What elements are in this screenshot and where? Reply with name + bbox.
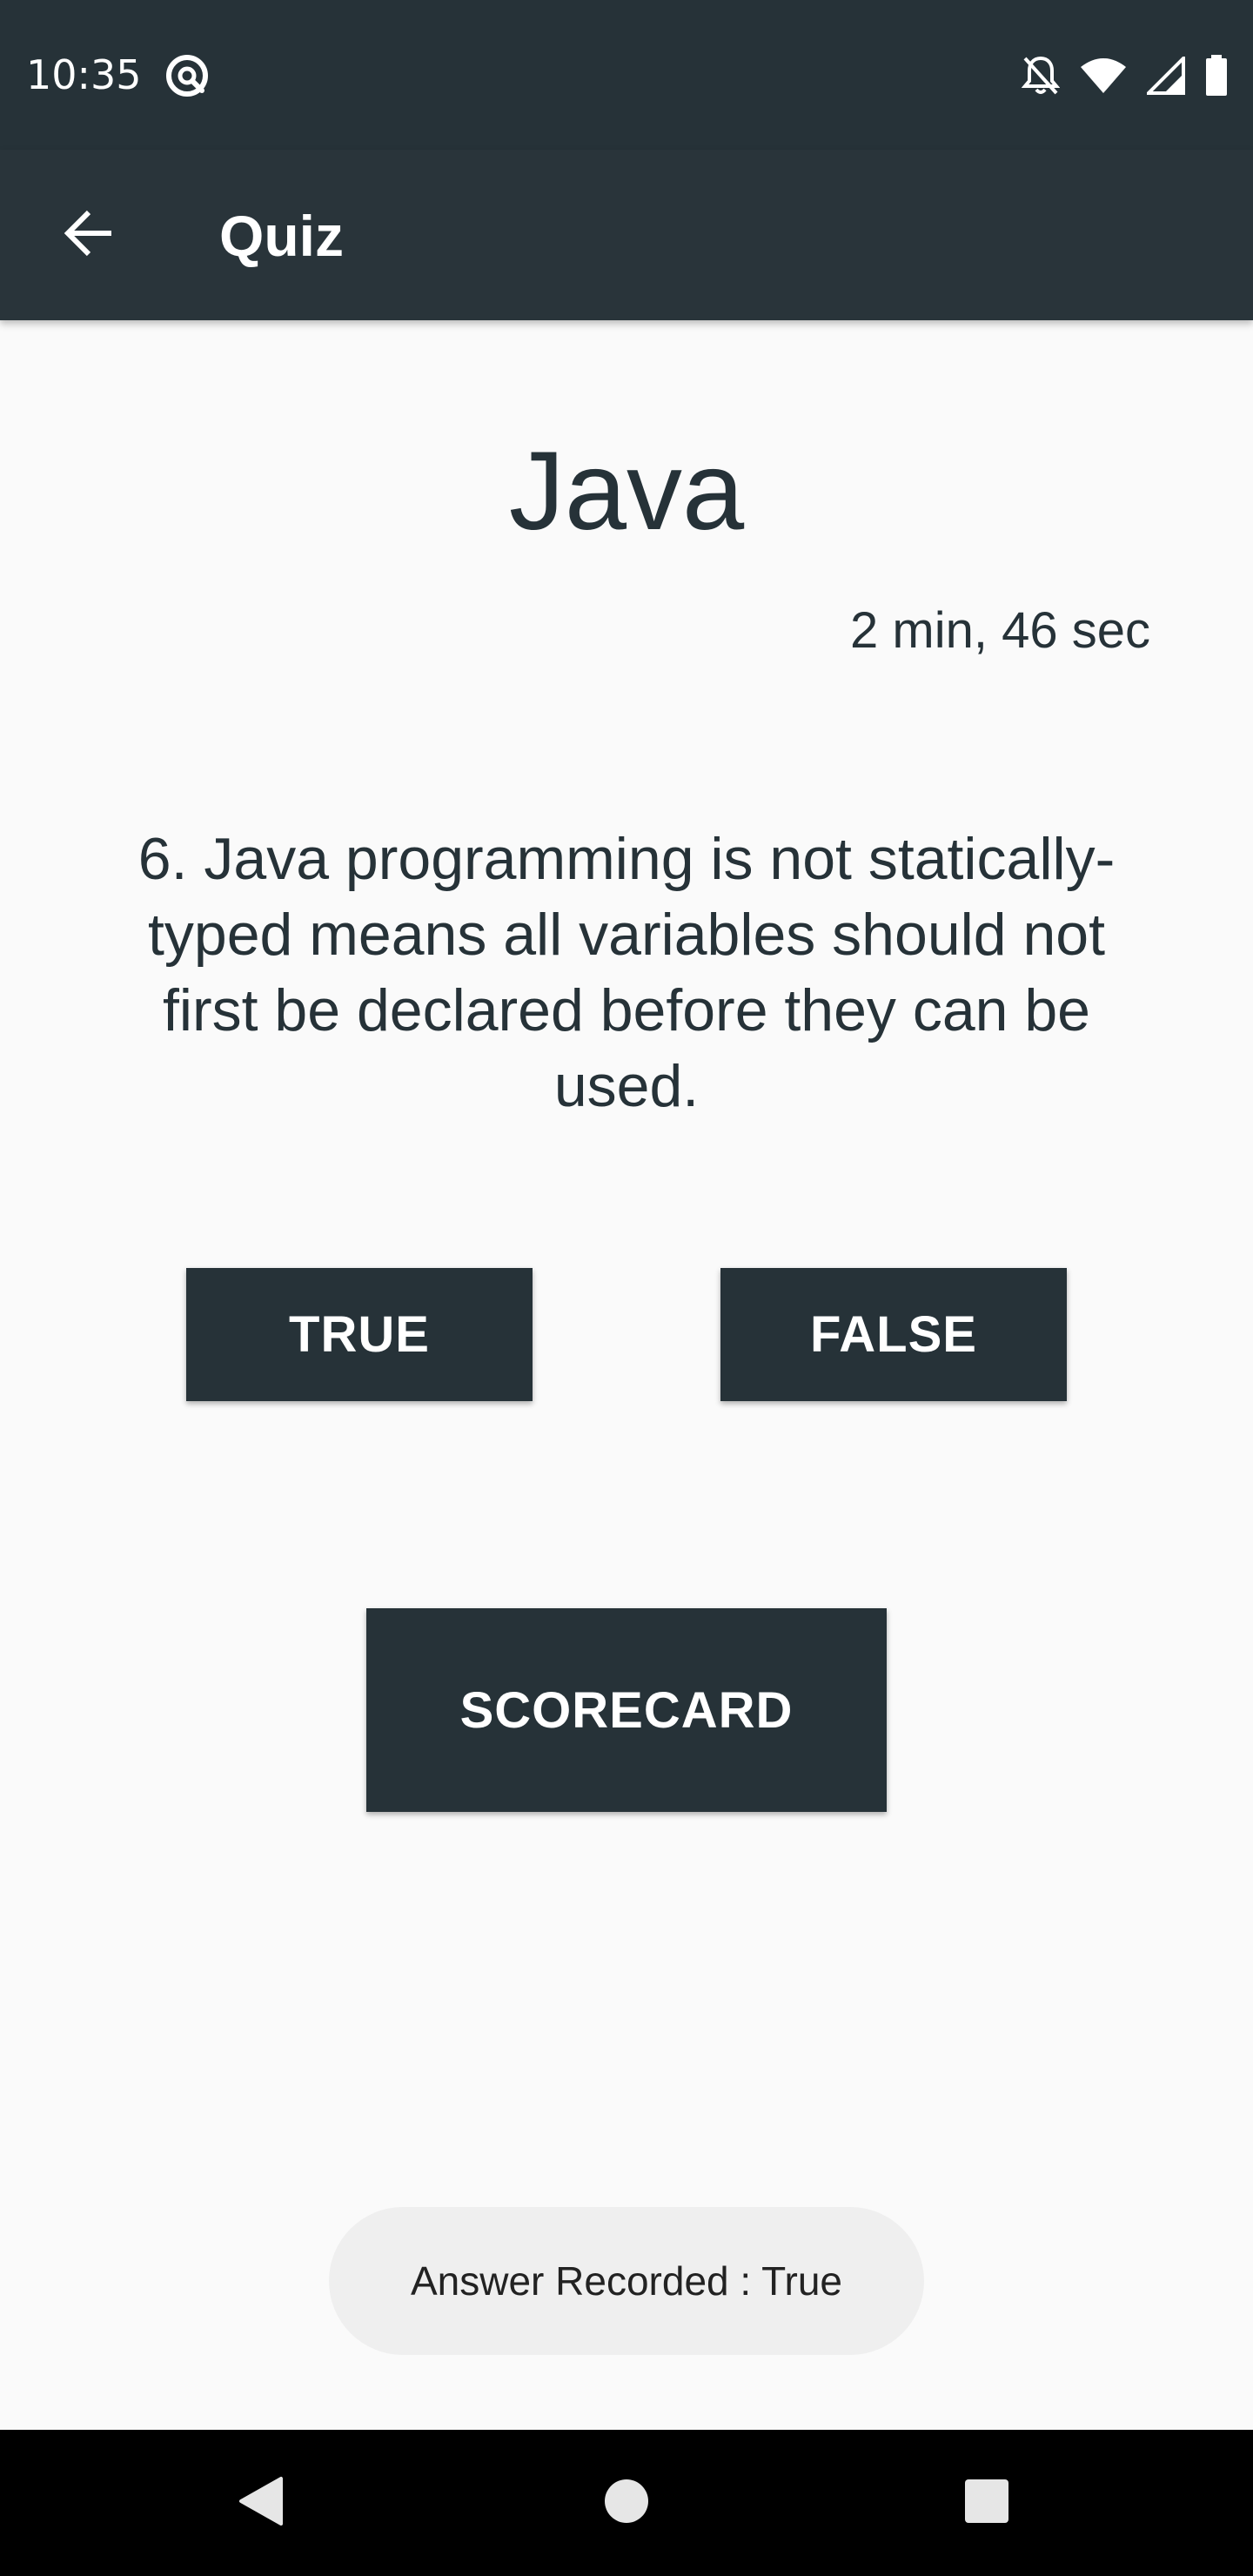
toast-message: Answer Recorded : True [329, 2207, 924, 2355]
toast-text: Answer Recorded : True [410, 2258, 842, 2304]
status-icons [1022, 52, 1229, 99]
signal-icon [1147, 57, 1185, 95]
sync-indicator-icon [164, 52, 211, 99]
home-circle-icon [603, 2478, 650, 2529]
app-bar: Quiz [0, 150, 1253, 320]
wifi-icon [1079, 57, 1128, 95]
back-button[interactable] [44, 190, 134, 280]
true-button[interactable]: TRUE [186, 1268, 533, 1401]
nav-recents-button[interactable] [952, 2468, 1022, 2538]
system-nav-bar [0, 2430, 1253, 2576]
notifications-off-icon [1022, 55, 1060, 97]
false-button[interactable]: FALSE [720, 1268, 1067, 1401]
battery-icon [1204, 55, 1229, 97]
nav-home-button[interactable] [592, 2468, 661, 2538]
quiz-title: Java [508, 429, 745, 553]
question-text: 6. Java programming is not statically-ty… [137, 826, 1116, 1119]
arrow-left-icon [63, 209, 115, 262]
nav-back-button[interactable] [226, 2468, 296, 2538]
scorecard-button[interactable]: SCORECARD [366, 1608, 887, 1812]
timer: 2 min, 46 sec [850, 602, 1150, 659]
back-triangle-icon [238, 2475, 285, 2532]
app-title: Quiz [219, 204, 344, 268]
recents-square-icon [963, 2478, 1010, 2529]
status-time: 10:35 [26, 51, 142, 98]
status-bar: 10:35 [0, 0, 1253, 150]
